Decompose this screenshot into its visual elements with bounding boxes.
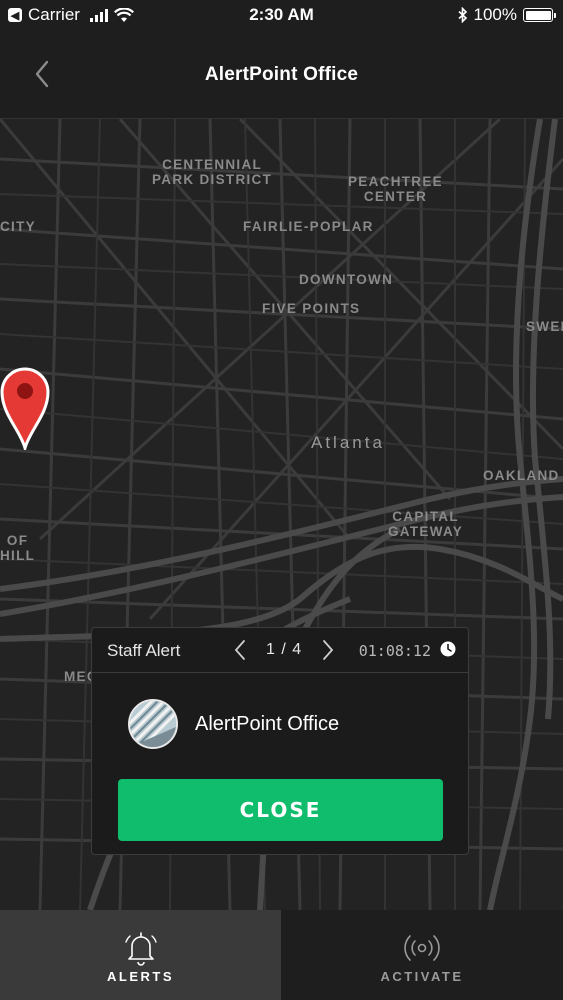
map-label-swee: SWEE (526, 319, 563, 334)
tab-bar: ALERTS ACTIVATE (0, 910, 563, 1000)
status-right: 100% (457, 5, 556, 25)
map-label-five-points: FIVE POINTS (262, 301, 361, 316)
organization-avatar (128, 699, 178, 749)
map-label-downtown: DOWNTOWN (299, 272, 394, 287)
battery-percent: 100% (473, 5, 517, 24)
tab-activate[interactable]: ACTIVATE (281, 910, 563, 1000)
map-label-fairlie: FAIRLIE-POPLAR (243, 219, 374, 234)
tab-alerts[interactable]: ALERTS (0, 910, 281, 1000)
map-label-peachtree: PEACHTREE CENTER (348, 174, 443, 204)
clock-icon (440, 641, 456, 657)
bluetooth-icon (457, 7, 467, 23)
alert-elapsed-time: 01:08:12 (358, 642, 431, 660)
close-button[interactable]: CLOSE (118, 779, 443, 841)
alert-type: Staff Alert (107, 641, 181, 660)
navigation-bar: AlertPoint Office (0, 30, 563, 119)
map-label-oakland: OAKLAND (483, 468, 560, 483)
tab-activate-label: ACTIVATE (380, 969, 464, 984)
prev-alert-button[interactable] (232, 638, 248, 662)
organization-name: AlertPoint Office (195, 713, 340, 735)
battery-icon (523, 8, 556, 22)
map-label-centennial: CENTENNIAL PARK DISTRICT (152, 157, 273, 187)
alert-pager-count: 1 / 4 (266, 641, 303, 658)
map-label-capital: CAPITAL GATEWAY (388, 509, 464, 539)
status-bar: ◀ Carrier 2:30 AM 100% (0, 0, 563, 30)
building-photo-icon (130, 701, 176, 747)
tab-alerts-label: ALERTS (107, 969, 174, 984)
map-label-atlanta: Atlanta (311, 433, 385, 452)
map-label-of-hill: OF HILL (0, 533, 36, 563)
map-label-city: CITY (0, 219, 36, 234)
map-pin-icon[interactable] (0, 366, 50, 450)
bell-icon (124, 932, 157, 966)
broadcast-icon (404, 935, 440, 961)
alert-card-header: Staff Alert 1 / 4 01:08:12 (92, 628, 468, 673)
alert-card-body: AlertPoint Office (92, 673, 468, 777)
alert-card: Staff Alert 1 / 4 01:08:12 AlertPoint Of… (91, 627, 469, 855)
page-title: AlertPoint Office (204, 64, 359, 85)
next-alert-button[interactable] (320, 638, 336, 662)
alert-pager: 1 / 4 (232, 638, 336, 662)
